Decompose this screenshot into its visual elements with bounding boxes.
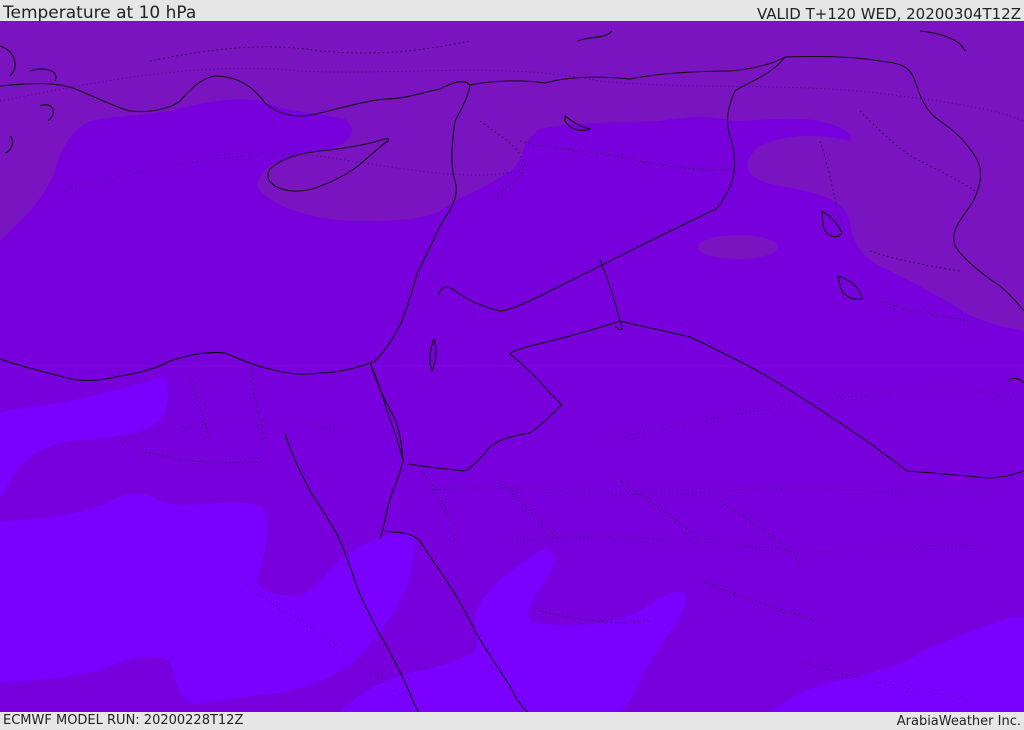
- credit-label: ArabiaWeather Inc.: [896, 714, 1021, 729]
- weather-map[interactable]: [0, 21, 1024, 712]
- map-title: Temperature at 10 hPa: [3, 3, 197, 23]
- model-run-label: ECMWF MODEL RUN: 20200228T12Z: [3, 713, 244, 728]
- header-bar: Temperature at 10 hPa VALID T+120 WED, 2…: [0, 0, 1024, 23]
- footer-bar: ECMWF MODEL RUN: 20200228T12Z ArabiaWeat…: [0, 712, 1024, 729]
- field-north-blob: [698, 235, 778, 259]
